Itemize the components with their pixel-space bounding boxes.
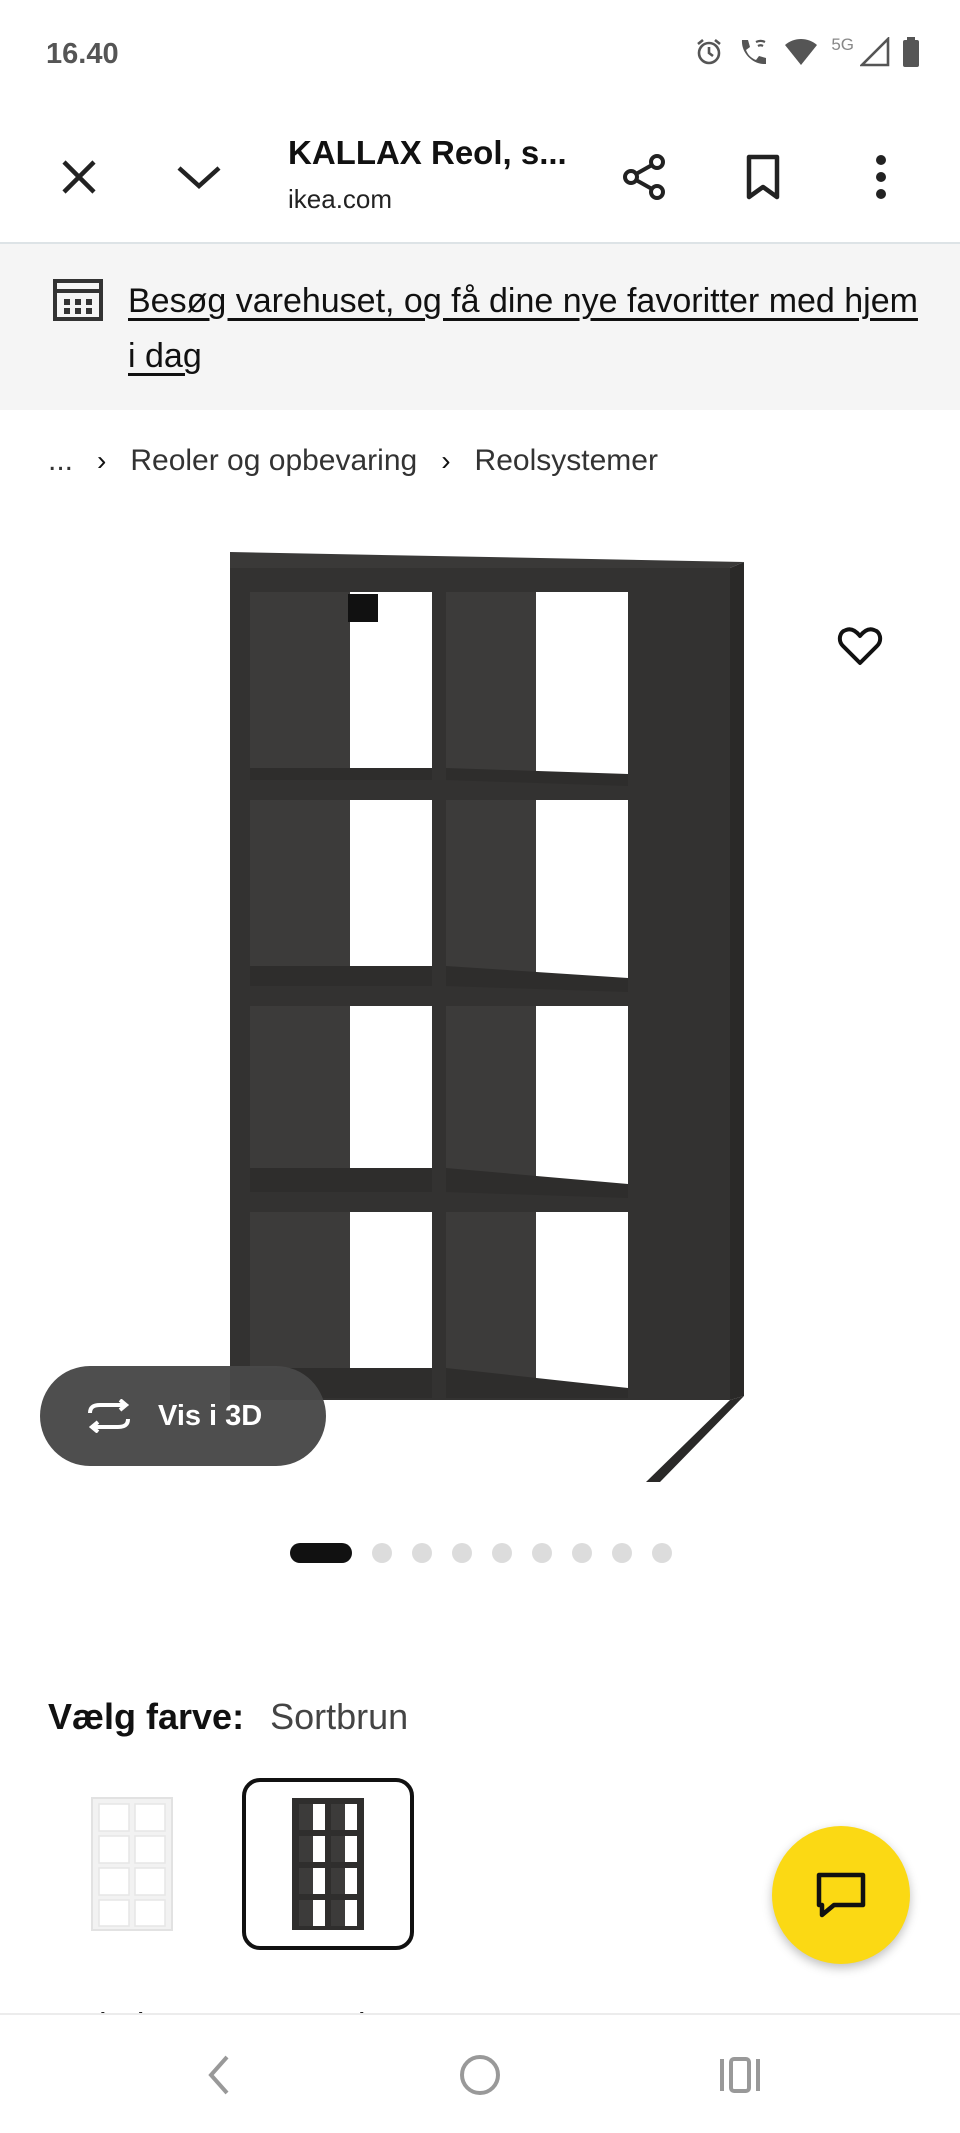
page-title[interactable]: KALLAX Reol, s... bbox=[288, 134, 567, 172]
more-options-button[interactable] bbox=[848, 144, 914, 210]
status-icons: 5G bbox=[693, 35, 920, 68]
system-navigation-bar bbox=[0, 2013, 960, 2133]
signal-icon bbox=[860, 37, 890, 67]
status-time: 16.40 bbox=[46, 38, 119, 70]
store-visit-link[interactable]: Besøg varehuset, og få dine nye favoritt… bbox=[128, 274, 918, 384]
rotate-3d-icon bbox=[88, 1399, 130, 1433]
breadcrumb: ... › Reoler og opbevaring › Reolsysteme… bbox=[48, 444, 658, 478]
breadcrumb-item-reolsystemer[interactable]: Reolsystemer bbox=[475, 444, 658, 478]
chat-button[interactable] bbox=[772, 1826, 910, 1964]
chat-icon bbox=[816, 1872, 866, 1918]
back-button[interactable] bbox=[182, 2039, 254, 2111]
page-url[interactable]: ikea.com bbox=[288, 184, 392, 215]
view-3d-button[interactable]: Vis i 3D bbox=[40, 1366, 326, 1466]
breadcrumb-item-reoler[interactable]: Reoler og opbevaring bbox=[130, 444, 417, 478]
color-label: Vælg farve: bbox=[48, 1696, 245, 1737]
store-visit-banner: Besøg varehuset, og få dine nye favoritt… bbox=[0, 244, 960, 410]
carousel-dot[interactable] bbox=[572, 1543, 592, 1563]
close-icon bbox=[62, 160, 96, 194]
recents-button[interactable] bbox=[704, 2039, 776, 2111]
chevron-down-icon bbox=[177, 166, 221, 190]
home-button[interactable] bbox=[444, 2039, 516, 2111]
back-icon bbox=[208, 2055, 229, 2095]
recents-icon bbox=[720, 2057, 760, 2093]
wifi-call-icon bbox=[742, 39, 767, 65]
alarm-icon bbox=[697, 38, 722, 65]
battery-icon bbox=[903, 37, 919, 67]
favorite-button[interactable] bbox=[832, 618, 888, 674]
carousel-dot[interactable] bbox=[412, 1543, 432, 1563]
carousel-dot[interactable] bbox=[612, 1543, 632, 1563]
chevron-right-icon: › bbox=[441, 445, 451, 476]
share-button[interactable] bbox=[612, 144, 678, 210]
carousel-dot[interactable] bbox=[492, 1543, 512, 1563]
chevron-right-icon: › bbox=[97, 445, 107, 476]
color-chooser: Vælg farve: Sortbrun bbox=[48, 1696, 408, 1738]
network-label: 5G bbox=[831, 35, 854, 54]
close-button[interactable] bbox=[46, 144, 112, 210]
home-icon bbox=[460, 2055, 500, 2095]
dark-shelf-thumbnail bbox=[292, 1798, 364, 1930]
bookmark-icon bbox=[746, 154, 780, 200]
bookmark-button[interactable] bbox=[730, 144, 796, 210]
carousel-dot-active[interactable] bbox=[290, 1543, 352, 1563]
image-carousel-indicator bbox=[290, 1543, 672, 1563]
share-icon bbox=[623, 154, 665, 200]
wifi-icon bbox=[785, 39, 818, 65]
store-icon bbox=[53, 279, 103, 321]
breadcrumb-item-ellipsis[interactable]: ... bbox=[48, 444, 73, 478]
view-3d-label: Vis i 3D bbox=[158, 1399, 263, 1432]
carousel-dot[interactable] bbox=[372, 1543, 392, 1563]
carousel-dot[interactable] bbox=[452, 1543, 472, 1563]
custom-tab-toolbar: KALLAX Reol, s... ikea.com bbox=[0, 110, 960, 244]
color-value: Sortbrun bbox=[270, 1696, 409, 1737]
color-swatch-white[interactable] bbox=[46, 1778, 218, 1950]
carousel-dot[interactable] bbox=[652, 1543, 672, 1563]
carousel-dot[interactable] bbox=[532, 1543, 552, 1563]
minimize-button[interactable] bbox=[166, 144, 232, 210]
color-swatch-sortbrun[interactable] bbox=[242, 1778, 414, 1950]
more-vert-icon bbox=[876, 155, 886, 199]
white-shelf-thumbnail bbox=[91, 1797, 173, 1931]
product-image[interactable] bbox=[200, 548, 760, 1488]
status-bar: 16.40 5G bbox=[0, 0, 960, 110]
heart-icon bbox=[837, 627, 883, 665]
